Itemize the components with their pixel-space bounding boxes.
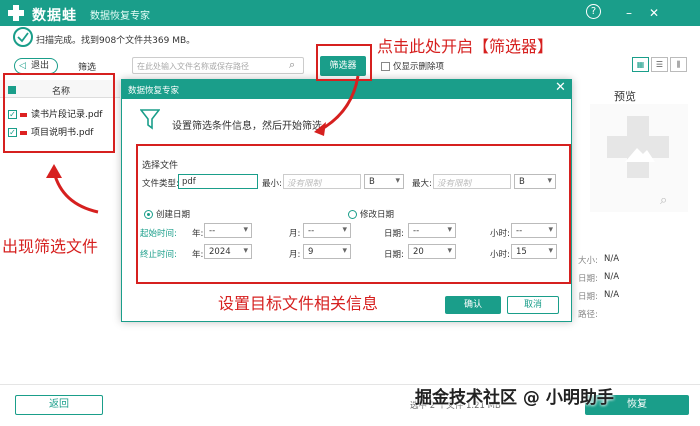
info-label: 大小: [578, 256, 598, 266]
preview-placeholder-icon [607, 116, 669, 178]
watermark: 掘金技术社区 @ 小明助手 [415, 388, 614, 408]
grid-view-icon[interactable]: ▦ [632, 57, 649, 72]
filelist-highlight-box [3, 73, 115, 153]
return-button[interactable]: 返回 [15, 395, 103, 415]
preview-title: 预览 [614, 90, 636, 103]
info-label: 日期: [578, 274, 598, 284]
scan-complete-icon [13, 27, 33, 47]
annotation-set-info: 设置目标文件相关信息 [218, 294, 379, 313]
confirm-button[interactable]: 确认 [445, 296, 501, 314]
cancel-button[interactable]: 取消 [507, 296, 559, 314]
checkbox-icon[interactable] [381, 62, 390, 71]
dialog-title: 数据恢复专家 [128, 86, 180, 96]
only-deleted-label: 仅显示删除项 [393, 62, 445, 72]
arrow-to-dialog-icon [314, 75, 360, 136]
zoom-icon[interactable]: ⌕ [660, 193, 667, 208]
info-label: 日期: [578, 292, 598, 302]
app-subtitle: 数据恢复专家 [90, 11, 150, 22]
info-value: N/A [604, 272, 620, 282]
app-name: 数据蛙 [32, 8, 77, 24]
app-logo-icon [8, 5, 24, 21]
exit-button[interactable]: 退出 [14, 58, 58, 74]
scan-status-text: 扫描完成。找到908个文件共369 MB。 [36, 36, 196, 46]
only-deleted-checkbox[interactable]: 仅显示删除项 [381, 60, 444, 72]
close-icon[interactable]: ✕ [645, 4, 663, 22]
list-view-icon[interactable]: ☰ [651, 57, 668, 72]
annotation-filtered-files: 出现筛选文件 [2, 237, 99, 256]
filter-label: 筛选 [78, 63, 97, 73]
help-icon[interactable]: ? [586, 4, 601, 19]
annotation-open-filter: 点击此处开启【筛选器】 [377, 37, 554, 56]
minimize-icon[interactable]: – [620, 4, 638, 22]
arrow-to-filelist-icon [46, 164, 99, 214]
detail-view-icon[interactable]: ⫼ [670, 57, 687, 72]
search-input[interactable]: 在此处输入文件名称或保存路径 [132, 57, 304, 74]
info-label: 路径: [578, 310, 598, 320]
filter-funnel-icon [140, 109, 160, 130]
dialog-form-highlight-box [136, 144, 571, 284]
dialog-close-icon[interactable]: ✕ [555, 80, 566, 95]
info-value: N/A [604, 254, 620, 264]
search-icon[interactable]: ⌕ [289, 58, 295, 72]
info-value: N/A [604, 290, 620, 300]
